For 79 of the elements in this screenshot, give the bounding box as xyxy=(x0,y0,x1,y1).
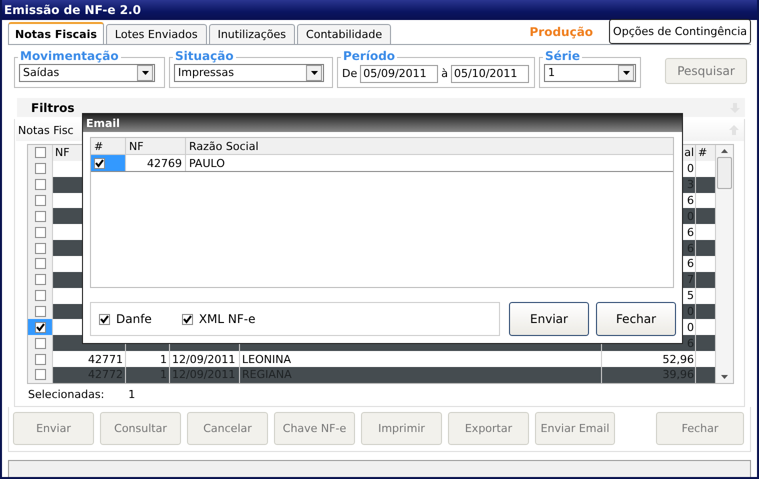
checkbox[interactable] xyxy=(99,314,110,324)
table-row[interactable]: 42769 PAULO xyxy=(91,155,673,172)
action-button[interactable]: Enviar xyxy=(13,412,94,445)
action-button[interactable]: Exportar xyxy=(448,412,529,445)
column-header[interactable]: # xyxy=(94,140,104,152)
table-cell: 12/09/2011 xyxy=(172,352,236,366)
checkbox[interactable] xyxy=(34,226,46,238)
checkbox[interactable] xyxy=(34,147,46,158)
table-cell: 0 xyxy=(687,320,694,334)
action-button[interactable]: Consultar xyxy=(100,412,181,445)
table-cell: 42769 xyxy=(147,156,182,170)
panel-title: Filtros xyxy=(31,100,74,114)
checkbox[interactable] xyxy=(34,338,46,349)
panel-title: Notas Fisc xyxy=(18,124,74,136)
column-header[interactable]: # xyxy=(698,146,708,160)
table-cell: 52,96 xyxy=(662,352,694,366)
checkbox[interactable] xyxy=(34,290,46,302)
checkbox[interactable] xyxy=(34,322,46,333)
to-label: à xyxy=(441,67,448,80)
table-cell: 42771 xyxy=(88,352,123,366)
action-button[interactable]: Chave NF-e xyxy=(274,412,355,445)
checkbox[interactable] xyxy=(94,158,105,168)
dialog-button[interactable]: Fechar xyxy=(596,302,676,336)
dialog-title: Email xyxy=(86,116,120,130)
table-cell: PAULO xyxy=(189,156,225,170)
column-header[interactable]: al xyxy=(684,146,694,160)
status-dropdown[interactable]: Impressas xyxy=(174,64,324,82)
table-cell: 5 xyxy=(687,289,694,302)
table-cell: 6 xyxy=(687,257,694,270)
selected-count: 1 xyxy=(128,388,136,401)
checkbox[interactable] xyxy=(34,242,46,254)
movement-dropdown[interactable]: Saídas xyxy=(19,64,155,82)
selected-label: Selecionadas: xyxy=(28,388,104,401)
action-button[interactable]: Cancelar xyxy=(187,412,268,445)
checkbox[interactable] xyxy=(34,354,46,365)
checkbox-label: XML NF-e xyxy=(198,312,256,326)
table-cell: 0 xyxy=(687,162,694,176)
from-label: De xyxy=(342,67,358,80)
checkbox[interactable] xyxy=(34,306,46,318)
group-label: Movimentação xyxy=(18,49,121,63)
search-button[interactable]: Pesquisar xyxy=(665,58,747,84)
group-label: Situação xyxy=(173,49,236,63)
checkbox[interactable] xyxy=(34,195,46,206)
checkbox[interactable] xyxy=(34,274,46,286)
table-cell: LEONINA xyxy=(242,352,291,366)
checkbox[interactable] xyxy=(34,179,46,190)
dialog-button[interactable]: Enviar xyxy=(509,302,589,336)
action-button[interactable]: Enviar Email xyxy=(535,412,615,445)
tab[interactable]: Lotes Enviados xyxy=(106,24,207,44)
scroll-thumb[interactable] xyxy=(717,157,732,189)
table-cell: 1 xyxy=(160,352,167,366)
group-label: Série xyxy=(543,49,582,63)
group-label: Período xyxy=(341,49,398,63)
window-title: Emissão de NF-e 2.0 xyxy=(4,3,141,17)
tab[interactable]: Contabilidade xyxy=(297,24,392,44)
checkbox[interactable] xyxy=(34,258,46,270)
tab[interactable]: Inutilizações xyxy=(208,24,296,44)
column-header[interactable]: NF xyxy=(129,140,144,152)
table-cell: 6 xyxy=(687,194,694,207)
checkbox-label: Danfe xyxy=(116,312,152,326)
table-row[interactable]: 42771 1 12/09/2011 LEONINA 52,96 xyxy=(28,351,716,368)
scroll-up-icon[interactable] xyxy=(721,149,728,153)
checkbox[interactable] xyxy=(34,210,46,222)
close-button[interactable]: Fechar xyxy=(656,412,744,445)
scroll-down-icon[interactable] xyxy=(721,375,728,379)
tab[interactable]: Notas Fiscais xyxy=(8,22,104,44)
environment-label: Produção xyxy=(530,25,594,39)
date-from-field[interactable]: 05/09/2011 xyxy=(360,64,438,82)
column-header[interactable]: NF xyxy=(55,146,70,160)
action-button[interactable]: Imprimir xyxy=(361,412,442,445)
table-cell: 6 xyxy=(687,226,694,239)
checkbox[interactable] xyxy=(34,163,46,174)
scrollbar[interactable] xyxy=(716,145,733,383)
checkbox[interactable] xyxy=(182,314,193,324)
series-dropdown[interactable]: 1 xyxy=(544,64,636,82)
date-to-field[interactable]: 05/10/2011 xyxy=(451,64,529,82)
contingency-button[interactable]: Opções de Contingência xyxy=(609,19,751,44)
column-header[interactable]: Razão Social xyxy=(189,140,258,152)
checkbox[interactable] xyxy=(34,369,46,380)
